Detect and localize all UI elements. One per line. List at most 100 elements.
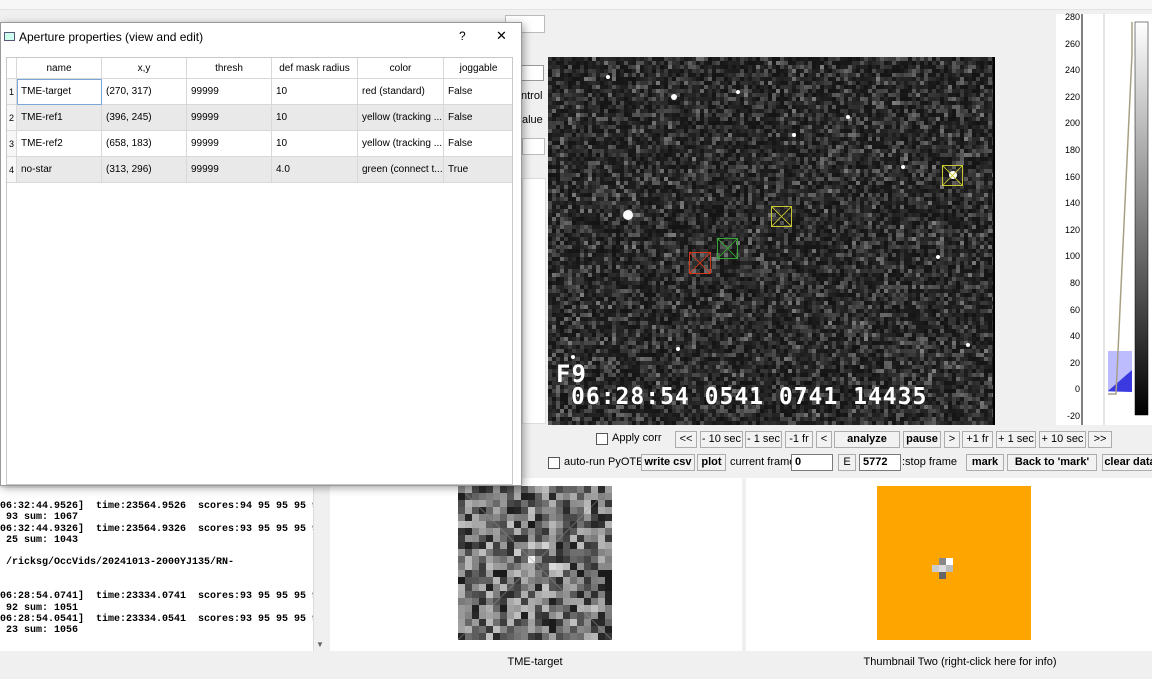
- minus-1-frame-button[interactable]: -1 fr: [785, 431, 813, 448]
- stop-frame-input[interactable]: 5772: [859, 454, 901, 471]
- table-cell-thresh[interactable]: 99999: [187, 157, 272, 183]
- plus-1-sec-button[interactable]: + 1 sec: [996, 431, 1036, 448]
- table-cell-name[interactable]: TME-ref2: [17, 131, 102, 157]
- log-text-area[interactable]: 06:32:44.9526] time:23564.9526 scores:94…: [0, 488, 313, 651]
- dialog-app-icon: [4, 32, 15, 41]
- table-cell-color[interactable]: yellow (tracking ...: [358, 131, 444, 157]
- table-cell-xy[interactable]: (396, 245): [102, 105, 187, 131]
- apply-corr-checkbox[interactable]: [596, 433, 608, 445]
- video-noise: [548, 57, 993, 425]
- row-number[interactable]: 2: [7, 105, 17, 131]
- table-cell-radius[interactable]: 10: [272, 79, 358, 105]
- mark-button[interactable]: mark: [966, 454, 1004, 471]
- table-cell-name[interactable]: no-star: [17, 157, 102, 183]
- table-cell-thresh[interactable]: 99999: [187, 131, 272, 157]
- clear-data-button[interactable]: clear data: [1102, 454, 1152, 471]
- dialog-title-bar[interactable]: Aperture properties (view and edit) ? ✕: [1, 23, 521, 50]
- thumbnail-two-image[interactable]: [877, 486, 1031, 640]
- table-cell-radius[interactable]: 4.0: [272, 157, 358, 183]
- column-header[interactable]: color: [358, 58, 444, 79]
- row-number[interactable]: 4: [7, 157, 17, 183]
- table-cell-name[interactable]: TME-target: [17, 79, 102, 105]
- log-line: 06:28:54.0541] time:23334.0541 scores:93…: [0, 613, 313, 625]
- log-line: /ricksg/OccVids/20241013-2000YJ135/RN-: [0, 557, 235, 569]
- column-header[interactable]: joggable: [444, 58, 512, 79]
- table-cell-xy[interactable]: (270, 317): [102, 79, 187, 105]
- column-header[interactable]: name: [17, 58, 102, 79]
- aperture-ref2[interactable]: [942, 165, 963, 186]
- scroll-down-arrow[interactable]: ▼: [316, 640, 324, 649]
- table-cell-joggable[interactable]: False: [444, 79, 512, 105]
- column-header[interactable]: def mask radius: [272, 58, 358, 79]
- plot-button[interactable]: plot: [697, 454, 726, 471]
- log-line: 06:28:54.0741] time:23334.0741 scores:93…: [0, 591, 313, 603]
- video-overlay-timestamp: 06:28:54 0541 0741 14435: [571, 384, 928, 410]
- auto-run-pyote-checkbox[interactable]: [548, 457, 560, 469]
- apply-corr-label: Apply corr: [612, 432, 662, 444]
- table-cell-color[interactable]: red (standard): [358, 79, 444, 105]
- aperture-target[interactable]: [689, 252, 711, 274]
- table-cell-color[interactable]: green (connect t...: [358, 157, 444, 183]
- next-button[interactable]: >: [944, 431, 960, 448]
- current-frame-label: current frame:: [730, 456, 799, 468]
- auto-run-pyote-label: auto-run PyOTE: [564, 456, 644, 468]
- close-icon[interactable]: ✕: [496, 28, 507, 44]
- table-cell-xy[interactable]: (658, 183): [102, 131, 187, 157]
- top-strip: [0, 0, 1152, 10]
- log-line: 93 sum: 1067: [0, 512, 79, 524]
- histogram-panel[interactable]: 280 260 240 220 200 180 160 140 120 100 80 60 40 20 0-…: [1056, 12, 1152, 425]
- minus-10-sec-button[interactable]: - 10 sec: [700, 431, 743, 448]
- forward-many-button[interactable]: >>: [1088, 431, 1112, 448]
- hidden-panel: [522, 178, 546, 424]
- table-cell-name[interactable]: TME-ref1: [17, 105, 102, 131]
- video-frame[interactable]: F9 06:28:54 0541 0741 14435: [548, 57, 993, 425]
- log-line: 23 sum: 1056: [0, 625, 79, 637]
- table-cell-thresh[interactable]: 99999: [187, 105, 272, 131]
- aperture-table[interactable]: ◀ ▶ namex,ythreshdef mask radiuscolorjog…: [6, 57, 513, 485]
- table-cell-joggable[interactable]: True: [444, 157, 512, 183]
- column-header[interactable]: x,y: [102, 58, 187, 79]
- plus-1-frame-button[interactable]: +1 fr: [962, 431, 993, 448]
- prev-button[interactable]: <: [816, 431, 832, 448]
- hidden-field-2[interactable]: [522, 138, 545, 155]
- thumbnail-one-caption: TME-target: [507, 656, 563, 668]
- table-cell-joggable[interactable]: False: [444, 131, 512, 157]
- write-csv-button[interactable]: write csv: [641, 454, 695, 471]
- help-button[interactable]: ?: [459, 29, 466, 43]
- table-cell-joggable[interactable]: False: [444, 105, 512, 131]
- aperture-ref1[interactable]: [771, 206, 792, 227]
- log-line: 25 sum: 1043: [0, 534, 79, 546]
- row-number[interactable]: 1: [7, 79, 17, 105]
- minus-1-sec-button[interactable]: - 1 sec: [745, 431, 782, 448]
- table-corner: [7, 58, 17, 79]
- histogram-graph: [1081, 14, 1149, 425]
- table-cell-thresh[interactable]: 99999: [187, 79, 272, 105]
- thumbnail-one-pixels: [458, 486, 612, 640]
- log-scrollbar[interactable]: ▼: [313, 488, 326, 651]
- log-line: 06:32:44.9526] time:23564.9526 scores:94…: [0, 501, 313, 512]
- pause-button[interactable]: pause: [903, 431, 941, 448]
- table-cell-radius[interactable]: 10: [272, 105, 358, 131]
- stop-frame-label: :stop frame: [902, 456, 958, 468]
- current-frame-input[interactable]: 0: [791, 454, 833, 471]
- value-label-partial: alue: [522, 114, 543, 126]
- back-many-button[interactable]: <<: [675, 431, 697, 448]
- aperture-nostar[interactable]: [717, 238, 738, 259]
- table-cell-xy[interactable]: (313, 296): [102, 157, 187, 183]
- plus-10-sec-button[interactable]: + 10 sec: [1039, 431, 1086, 448]
- thumbnail-one-image[interactable]: [458, 486, 612, 640]
- log-line: 92 sum: 1051: [0, 602, 79, 614]
- table-cell-radius[interactable]: 10: [272, 131, 358, 157]
- row-number[interactable]: 3: [7, 131, 17, 157]
- e-button[interactable]: E: [838, 454, 856, 471]
- analyze-button[interactable]: analyze: [834, 431, 900, 448]
- back-to-mark-button[interactable]: Back to 'mark': [1007, 454, 1097, 471]
- column-header[interactable]: thresh: [187, 58, 272, 79]
- control-label-partial: ntrol: [521, 90, 543, 102]
- table-cell-color[interactable]: yellow (tracking ...: [358, 105, 444, 131]
- thumbnail-two-pixels: [932, 558, 953, 579]
- log-line: 06:32:44.9326] time:23564.9326 scores:93…: [0, 523, 313, 535]
